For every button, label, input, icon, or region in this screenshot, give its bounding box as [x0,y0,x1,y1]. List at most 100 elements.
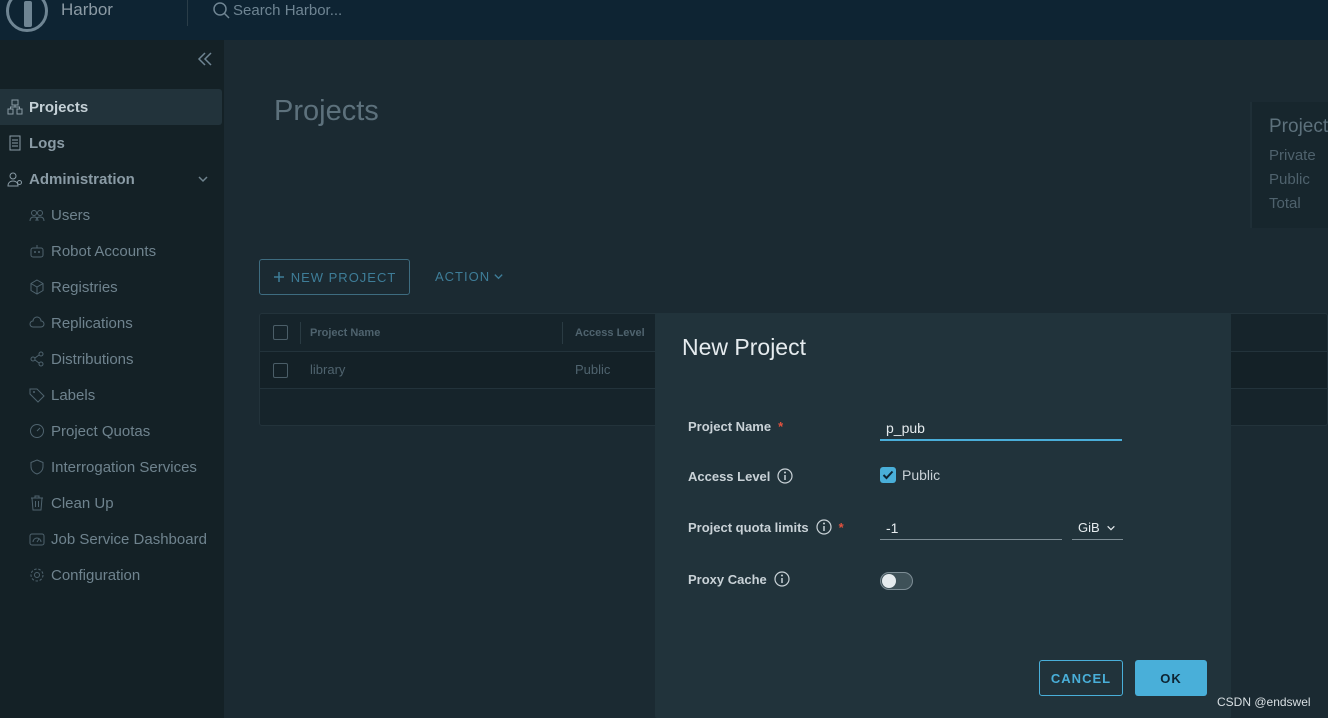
project-name-label: Project Name * [688,419,783,434]
chevron-down-icon[interactable] [197,173,209,185]
projects-icon [7,99,23,115]
info-icon[interactable] [774,571,790,587]
sidebar-item-registries[interactable]: Registries [0,269,222,305]
sidebar-item-label: Logs [29,134,65,152]
users-icon [29,210,45,222]
sidebar-item-label: Projects [29,98,89,116]
access-level-cell: Public [575,362,611,377]
proxy-cache-toggle[interactable] [880,572,913,590]
required-marker: * [838,519,844,535]
access-level-label: Access Level [688,468,794,484]
summary-title: Project [1269,116,1328,137]
replications-icon [29,316,45,328]
brand-name[interactable]: Harbor [61,0,113,20]
sidebar-item-job-service-dashboard[interactable]: Job Service Dashboard [0,521,222,557]
sidebar-item-label: Registries [51,278,118,296]
proxy-cache-label-text: Proxy Cache [688,571,767,587]
sidebar-item-label: Project Quotas [51,422,151,440]
action-label: ACTION [435,269,491,284]
search-input[interactable] [233,1,453,19]
sidebar-item-configuration[interactable]: Configuration [0,557,222,593]
ok-button[interactable]: OK [1135,660,1207,696]
sidebar: Projects Logs Administration Users Robot… [0,40,224,718]
sidebar-item-replications[interactable]: Replications [0,305,222,341]
select-all-checkbox[interactable] [273,325,288,340]
logs-icon [9,135,21,151]
quotas-icon [30,424,44,438]
collapse-sidebar-icon[interactable] [196,50,214,68]
top-header: Harbor [0,0,1328,40]
dashboard-icon [29,533,45,546]
summary-private-label: Private [1269,147,1316,164]
quota-label: Project quota limits * [688,519,844,535]
quota-unit-value: GiB [1078,520,1100,535]
sidebar-item-project-quotas[interactable]: Project Quotas [0,413,222,449]
access-level-label-text: Access Level [688,468,771,484]
checkmark-icon [882,470,894,480]
new-project-modal: New Project Project Name * Access Level … [655,313,1231,718]
quota-unit-select[interactable]: GiB [1072,516,1123,540]
search-icon [213,2,230,19]
toggle-knob [882,574,896,588]
sidebar-item-label: Interrogation Services [51,458,197,476]
info-icon[interactable] [777,468,794,484]
column-separator [562,322,563,344]
registries-icon [30,279,44,295]
sidebar-item-users[interactable]: Users [0,197,222,233]
info-icon[interactable] [816,519,832,535]
harbor-logo-icon[interactable] [6,0,48,32]
row-checkbox[interactable] [273,363,288,378]
robot-icon [30,245,44,258]
trash-icon [31,495,43,511]
labels-icon [29,388,45,403]
sidebar-item-administration[interactable]: Administration [0,161,222,197]
action-dropdown[interactable]: ACTION [435,269,504,284]
chevron-down-icon [494,274,503,280]
watermark: CSDN @endswel [1217,695,1311,709]
gear-icon [30,568,44,582]
column-header-access-level[interactable]: Access Level [575,327,645,339]
quota-label-text: Project quota limits [688,519,809,535]
project-summary-card: Project Private Public Total [1250,102,1328,228]
summary-public-label: Public [1269,171,1310,188]
new-project-button[interactable]: NEW PROJECT [259,259,410,295]
sidebar-item-robot-accounts[interactable]: Robot Accounts [0,233,222,269]
sidebar-item-label: Job Service Dashboard [51,530,207,548]
sidebar-item-label: Labels [51,386,96,404]
new-project-label: NEW PROJECT [290,269,397,285]
sidebar-item-label: Robot Accounts [51,242,157,260]
administration-icon [7,172,22,187]
project-name-label-text: Project Name [688,419,772,434]
sidebar-item-label: Configuration [51,566,141,584]
sidebar-item-label: Administration [29,170,135,188]
search-bar [212,1,453,19]
proxy-cache-label: Proxy Cache [688,571,790,587]
plus-icon [273,272,284,282]
header-divider [187,0,188,26]
column-header-project-name[interactable]: Project Name [310,327,380,339]
sidebar-item-clean-up[interactable]: Clean Up [0,485,222,521]
project-name-link[interactable]: library [310,362,345,377]
project-name-input[interactable] [880,417,1122,441]
quota-input[interactable] [880,516,1062,540]
sidebar-item-labels[interactable]: Labels [0,377,222,413]
sidebar-item-label: Replications [51,314,133,332]
sidebar-item-interrogation-services[interactable]: Interrogation Services [0,449,222,485]
public-checkbox-label[interactable]: Public [902,467,940,483]
page-title: Projects [274,95,379,127]
cancel-button[interactable]: CANCEL [1039,660,1123,696]
public-checkbox[interactable] [880,467,896,483]
sidebar-item-label: Distributions [51,350,134,368]
sidebar-item-projects[interactable]: Projects [0,89,222,125]
modal-title: New Project [682,334,806,360]
column-separator [300,322,301,344]
sidebar-item-label: Users [51,206,91,224]
shield-icon [30,459,44,475]
sidebar-item-distributions[interactable]: Distributions [0,341,222,377]
sidebar-item-logs[interactable]: Logs [0,125,222,161]
required-marker: * [778,419,784,434]
chevron-down-icon [1106,525,1115,531]
distributions-icon [30,351,44,367]
sidebar-item-label: Clean Up [51,494,114,512]
summary-total-label: Total [1269,195,1301,212]
